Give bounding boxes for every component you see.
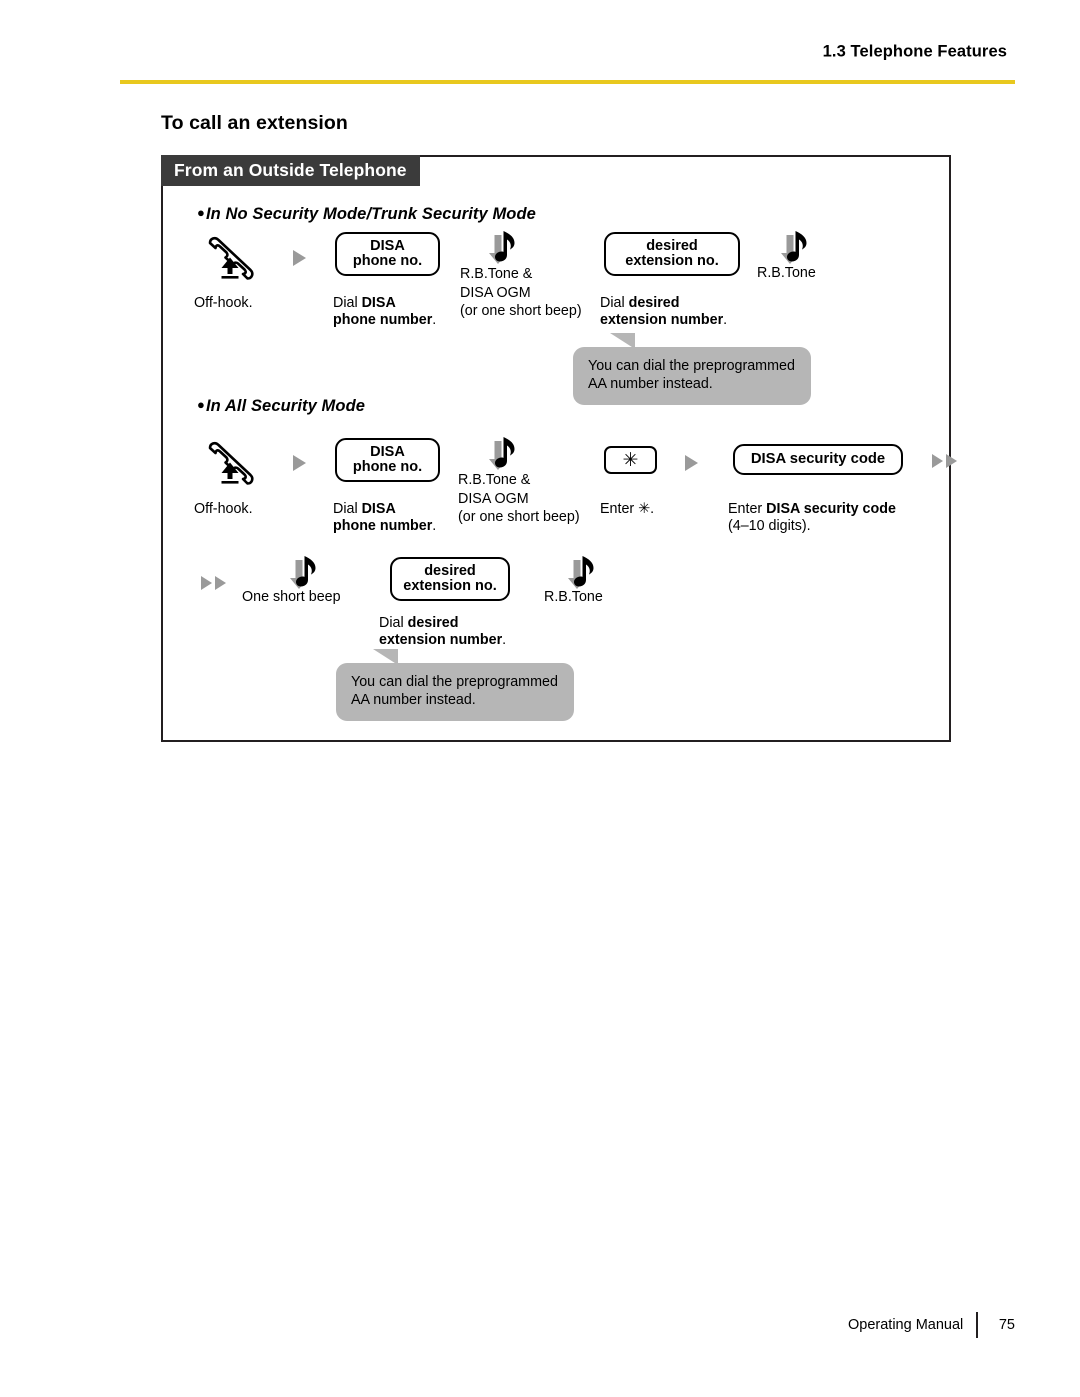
- tone-icon: [567, 554, 601, 594]
- mode-heading-all-security: ●In All Security Mode: [197, 397, 365, 416]
- token-line-2: phone no.: [352, 253, 423, 269]
- callout-bubble-aa-number: You can dial the preprogrammed AA number…: [573, 333, 811, 406]
- token-desired-extension-no[interactable]: desired extension no.: [390, 557, 510, 601]
- token-line-1: DISA: [370, 443, 405, 460]
- step-caption-dial-extension: Dial desired extension number.: [600, 295, 727, 329]
- page-header-title: 1.3 Telephone Features: [822, 42, 1007, 61]
- caption-line2-bold: extension number: [379, 631, 503, 648]
- mode-heading-no-security: ●In No Security Mode/Trunk Security Mode: [197, 205, 536, 224]
- page-header: 1.3 Telephone Features: [0, 0, 1080, 92]
- footer-page-number: 75: [998, 1317, 1015, 1333]
- caption-line2-tail: .: [432, 311, 437, 328]
- bullet-icon: ●: [197, 205, 205, 220]
- token-disa-phone-no[interactable]: DISA phone no.: [335, 232, 440, 276]
- caption-plain: Enter: [728, 501, 767, 517]
- step-caption-enter-asterisk: Enter ✳.: [600, 501, 654, 518]
- double-arrow-part-2: [215, 576, 226, 590]
- caption-line2-bold: extension number: [600, 311, 724, 328]
- step-arrow-icon: [685, 455, 698, 471]
- tone-caption-rbtone-disa-ogm: R.B.Tone & DISA OGM (or one short beep): [458, 471, 580, 527]
- double-arrow-part-1: [932, 454, 943, 468]
- double-arrow-part-1: [201, 576, 212, 590]
- footer-separator: [976, 1312, 978, 1338]
- callout-tail-icon: [601, 333, 635, 349]
- offhook-handset-icon: [203, 234, 265, 282]
- caption-line2: (4–10 digits).: [728, 517, 811, 534]
- caption-line2-tail: .: [432, 517, 437, 534]
- step-caption-offhook: Off-hook.: [194, 501, 253, 517]
- double-arrow-part-2: [946, 454, 957, 468]
- page-footer: Operating Manual 75: [848, 1312, 1015, 1338]
- tone-caption-one-short-beep: One short beep: [242, 589, 341, 605]
- tone-icon: [488, 435, 522, 475]
- caption-tail: .: [650, 501, 655, 517]
- callout-line-1: You can dial the preprogrammed: [588, 358, 795, 374]
- caption-plain: Dial: [379, 615, 408, 631]
- token-line-2: extension no.: [403, 578, 497, 594]
- step-caption-offhook: Off-hook.: [194, 295, 253, 311]
- tone-caption-line3: (or one short beep): [458, 509, 580, 525]
- token-line-1: DISA: [370, 237, 405, 254]
- tone-caption-rbtone: R.B.Tone: [757, 265, 816, 281]
- token-disa-security-code[interactable]: DISA security code: [733, 444, 903, 475]
- caption-bold: desired: [628, 295, 680, 311]
- step-caption-enter-security-code: Enter DISA security code (4–10 digits).: [728, 501, 896, 535]
- step-arrow-icon: [293, 250, 306, 266]
- outside-telephone-panel: From an Outside Telephone ●In No Securit…: [161, 155, 957, 742]
- token-desired-extension-no[interactable]: desired extension no.: [604, 232, 740, 276]
- tone-caption-line2: DISA OGM: [460, 284, 531, 301]
- header-divider-rule: [120, 80, 1015, 84]
- caption-bold: desired: [407, 615, 459, 631]
- step-arrow-icon: [293, 455, 306, 471]
- tone-caption-line1: R.B.Tone &: [458, 472, 531, 488]
- footer-manual-label: Operating Manual: [848, 1317, 964, 1333]
- token-line-2: extension no.: [625, 253, 719, 269]
- token-line-2: phone no.: [352, 459, 423, 475]
- mode-heading-text: In All Security Mode: [205, 397, 366, 415]
- callout-line-2: AA number instead.: [351, 691, 476, 708]
- token-disa-phone-no[interactable]: DISA phone no.: [335, 438, 440, 482]
- caption-plain: Dial: [333, 501, 362, 517]
- panel-banner-label: From an Outside Telephone: [161, 155, 420, 186]
- caption-line2-tail: .: [723, 311, 728, 328]
- tone-icon: [780, 229, 814, 269]
- caption-plain: Dial: [333, 295, 362, 311]
- bullet-icon: ●: [197, 397, 205, 412]
- caption-plain: Enter: [600, 501, 639, 517]
- tone-caption-rbtone-disa-ogm: R.B.Tone & DISA OGM (or one short beep): [460, 265, 582, 321]
- caption-bold: DISA: [361, 501, 396, 517]
- tone-icon: [488, 229, 522, 269]
- caption-line2-bold: phone number: [333, 311, 433, 328]
- tone-caption-line1: R.B.Tone &: [460, 266, 533, 282]
- callout-line-1: You can dial the preprogrammed: [351, 674, 558, 690]
- tone-caption-line3: (or one short beep): [460, 303, 582, 319]
- page-title: To call an extension: [161, 112, 348, 134]
- mode-heading-text: In No Security Mode/Trunk Security Mode: [205, 205, 536, 223]
- step-caption-dial-extension: Dial desired extension number.: [379, 615, 506, 649]
- token-line-1: desired: [646, 237, 698, 254]
- tone-icon: [289, 554, 323, 594]
- up-arrow-glyph: [221, 257, 239, 279]
- caption-bold: DISA security code: [766, 501, 896, 517]
- keycap-asterisk[interactable]: ✳: [604, 446, 657, 474]
- offhook-handset-icon: [203, 439, 265, 487]
- step-caption-dial-disa: Dial DISA phone number.: [333, 295, 436, 329]
- tone-caption-line2: DISA OGM: [458, 490, 529, 507]
- caption-bold: DISA: [361, 295, 396, 311]
- token-line-1: DISA security code: [750, 450, 886, 467]
- caption-line2-tail: .: [502, 631, 507, 648]
- step-caption-dial-disa: Dial DISA phone number.: [333, 501, 436, 535]
- caption-plain: Dial: [600, 295, 629, 311]
- asterisk-icon: ✳: [622, 449, 639, 471]
- callout-tail-icon: [364, 649, 398, 665]
- callout-line-2: AA number instead.: [588, 375, 713, 392]
- callout-bubble-aa-number: You can dial the preprogrammed AA number…: [336, 649, 574, 722]
- tone-caption-rbtone: R.B.Tone: [544, 589, 603, 605]
- caption-line2-bold: phone number: [333, 517, 433, 534]
- token-line-1: desired: [424, 562, 476, 579]
- asterisk-icon: ✳: [638, 501, 651, 517]
